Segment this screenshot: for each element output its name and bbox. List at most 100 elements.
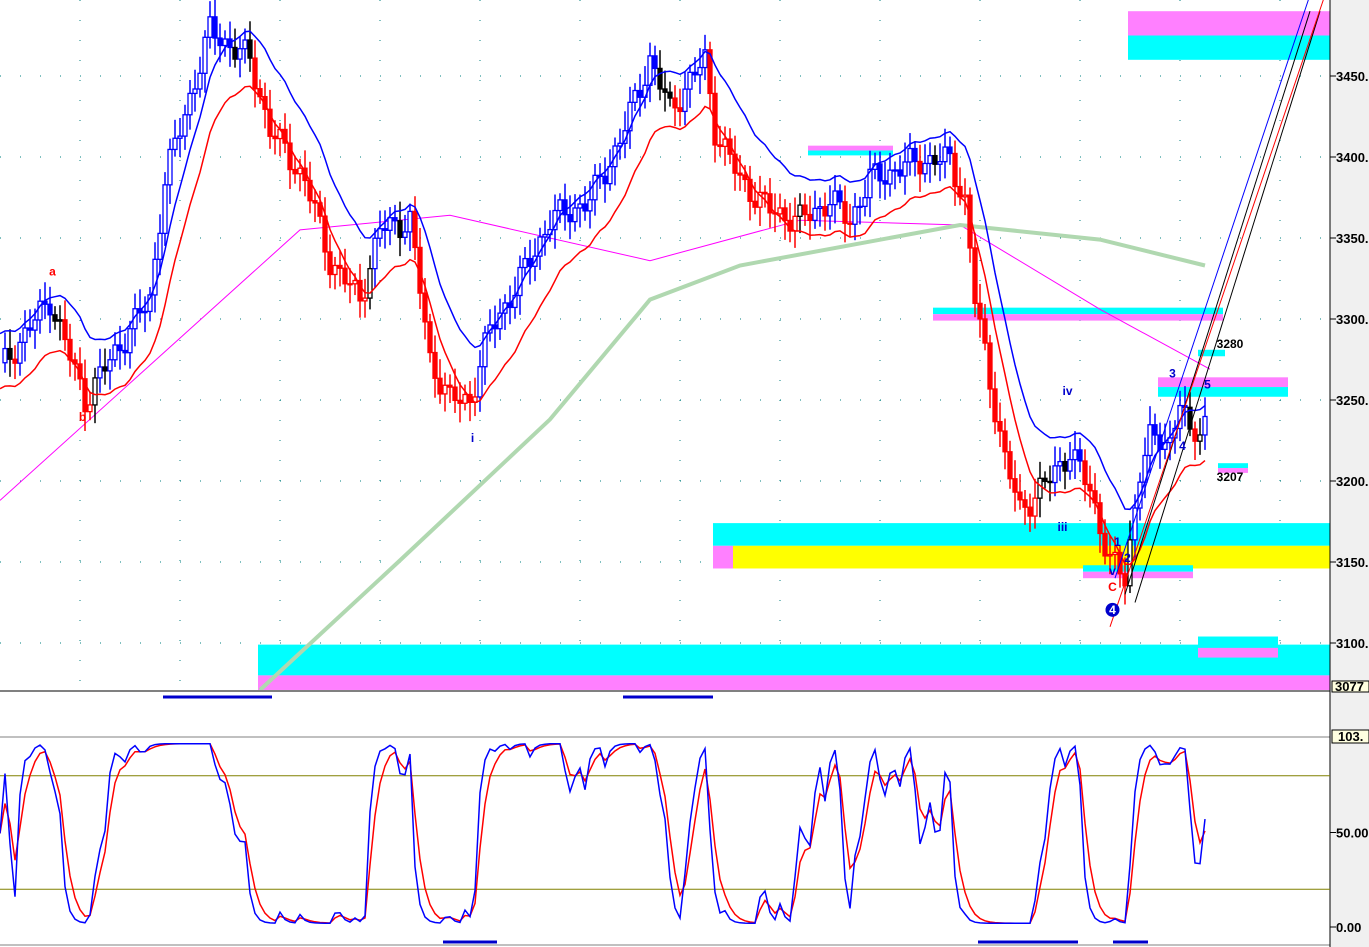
candle-body — [87, 404, 93, 413]
candle-body — [862, 197, 868, 208]
price-zone — [1083, 571, 1193, 579]
price-zone — [733, 545, 1330, 569]
candle-body — [412, 210, 418, 249]
candle-body — [127, 328, 133, 354]
price-zone — [258, 675, 1330, 690]
candle-body — [857, 205, 863, 209]
candle-body — [122, 349, 128, 354]
price-zone — [713, 523, 1330, 546]
candle-body — [1007, 451, 1013, 480]
price-zone — [258, 644, 1330, 676]
candle-body — [1197, 434, 1203, 442]
y-tick-label: 3350. — [1336, 231, 1369, 246]
candle-body — [827, 203, 833, 217]
candle-body — [1082, 460, 1088, 486]
candle-body — [817, 206, 823, 210]
candle-body — [807, 213, 813, 222]
candle-body — [402, 231, 408, 239]
candle-body — [577, 203, 583, 209]
candle-body — [177, 135, 183, 139]
candle-body — [247, 39, 253, 59]
candle-body — [697, 66, 703, 76]
candle-body — [647, 55, 653, 86]
candle-body — [652, 55, 658, 70]
price-zone — [1128, 35, 1330, 60]
wave-label: 2 — [1124, 551, 1131, 565]
candle-body — [877, 163, 883, 182]
price-zone — [1218, 463, 1248, 469]
candle-body — [1062, 460, 1068, 472]
candle-body — [392, 217, 398, 222]
y-tick-label: 3400. — [1336, 150, 1369, 165]
candle-body — [462, 393, 468, 404]
wave-label: 3 — [1169, 366, 1176, 380]
candle-body — [917, 160, 923, 175]
candle-body — [892, 169, 898, 172]
candle-body — [662, 88, 668, 93]
candle-body — [457, 399, 463, 404]
candle-body — [742, 174, 748, 181]
price-zone — [1083, 565, 1193, 572]
candle-body — [657, 67, 663, 90]
candle-body — [217, 37, 223, 47]
candle-body — [272, 135, 278, 140]
candle-body — [637, 89, 643, 98]
candle-body — [162, 184, 168, 235]
candle-body — [997, 420, 1003, 432]
candle-body — [942, 146, 948, 163]
candle-body — [582, 203, 588, 212]
candle-body — [632, 89, 638, 104]
candle-body — [912, 147, 918, 163]
candle-body — [237, 48, 243, 60]
candle-body — [852, 206, 858, 225]
wave-label: b — [79, 410, 86, 424]
candle-body — [992, 388, 998, 423]
candle-body — [952, 152, 958, 188]
candle-body — [477, 366, 483, 398]
candle-body — [1047, 480, 1053, 484]
candle-body — [157, 232, 163, 260]
wave-circle-label: 4 — [1109, 603, 1116, 617]
candle-body — [1072, 449, 1078, 461]
candle-body — [102, 366, 108, 372]
price-zone — [1158, 377, 1288, 388]
y-tick-label: 3200. — [1336, 474, 1369, 489]
candle-body — [32, 319, 38, 331]
candle-body — [932, 154, 938, 165]
candle-body — [557, 199, 563, 212]
candle-body — [527, 257, 533, 267]
price-chart: a b i iv iii vC 4 12 3 4 5 3280 3207 3450. 3400. 3350. 3… — [0, 0, 1369, 947]
price-zone — [1198, 647, 1278, 658]
y-tick-label: 3450. — [1336, 69, 1369, 84]
candle-body — [252, 57, 258, 90]
candle-body — [1087, 483, 1093, 492]
candle-body — [1012, 478, 1018, 493]
candle-body — [197, 72, 203, 90]
candle-body — [1102, 532, 1108, 557]
y-tick-label: 3150. — [1336, 555, 1369, 570]
candle-body — [112, 344, 118, 361]
candle-body — [22, 327, 28, 344]
candle-body — [62, 319, 68, 341]
candle-body — [832, 190, 838, 206]
candle-body — [522, 257, 528, 269]
osc-tick-label: 0.00 — [1336, 920, 1361, 935]
candle-body — [397, 220, 403, 239]
candle-body — [297, 167, 303, 175]
candle-body — [802, 204, 808, 216]
candle-body — [767, 193, 773, 214]
price-zone — [1198, 636, 1278, 648]
candle-body — [377, 228, 383, 239]
candle-body — [427, 321, 433, 354]
y-tick-label: 3250. — [1336, 393, 1369, 408]
candle-body — [27, 327, 33, 331]
price-zone — [713, 545, 733, 569]
candle-body — [347, 283, 353, 286]
candle-body — [332, 264, 338, 276]
candle-body — [987, 342, 993, 390]
wave-label: C — [1108, 580, 1117, 594]
candle-body — [322, 215, 328, 253]
candle-body — [777, 207, 783, 215]
candle-body — [982, 318, 988, 344]
candle-body — [2, 347, 8, 364]
